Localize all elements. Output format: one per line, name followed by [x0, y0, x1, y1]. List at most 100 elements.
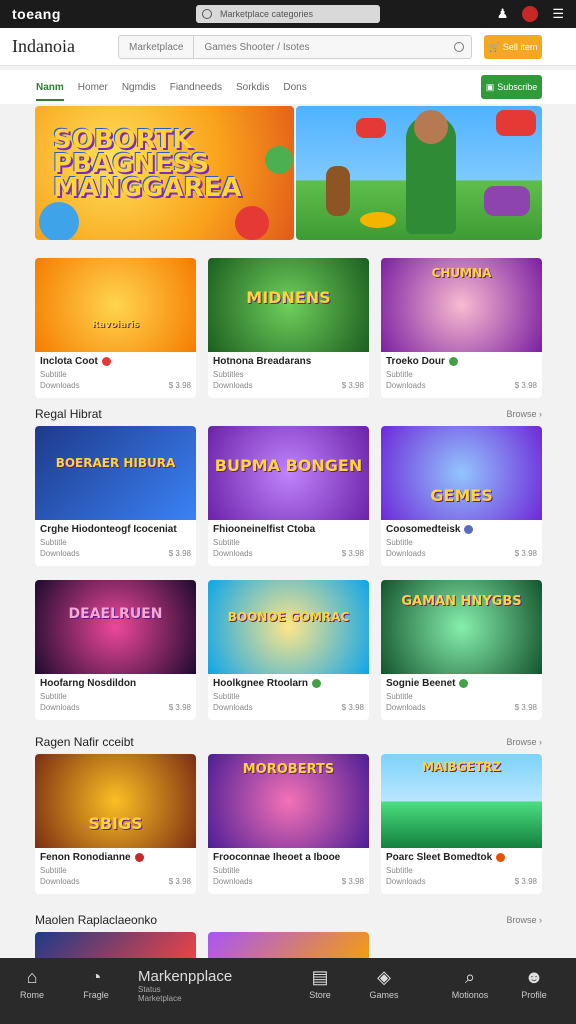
product-thumbnail: MOROBERTS	[208, 754, 369, 848]
product-card[interactable]: GAMAN HNYGBS Sognie Beenet Subtitle Down…	[381, 580, 542, 720]
product-thumbnail: BUPMA BONGEN	[208, 426, 369, 520]
product-meta: Downloads	[40, 877, 80, 886]
product-card[interactable]: DEAELRUEN Hoofarng Nosdildon Subtitle Do…	[35, 580, 196, 720]
thumbnail-title: BUPMA BONGEN	[214, 456, 363, 475]
tab-store[interactable]: ▤ Store	[288, 964, 352, 1000]
header: Indanoia Marketplace Games Shooter / Iso…	[0, 28, 576, 66]
product-meta: Downloads	[386, 703, 426, 712]
tab-profile[interactable]: ☻ Profile	[502, 964, 566, 1000]
product-thumbnail: CHUMNA	[381, 258, 542, 352]
product-title: Hotnona Breadarans	[213, 356, 312, 367]
product-subtitle: Subtitle	[213, 538, 240, 547]
main-search-bar[interactable]: Marketplace Games Shooter / Isotes	[118, 35, 472, 59]
home-icon: ⌂	[26, 967, 38, 987]
hero-banner-title: SOBORTK PBAGNESS MANGGAREA	[53, 125, 242, 203]
product-card[interactable]: GEMES Coosomedteisk Subtitle Downloads $ …	[381, 426, 542, 566]
menu-icon[interactable]: ☰	[552, 6, 564, 22]
product-title: Fhiooneinelfist Ctoba	[213, 524, 316, 535]
hero-banners: SOBORTK PBAGNESS MANGGAREA	[35, 106, 542, 240]
section-header: Maolen Raplaclaeonko Browse ›	[35, 908, 542, 932]
product-card[interactable]: BOONOE GOMRAC Hoolkgnee Rtoolarn Subtitl…	[208, 580, 369, 720]
section-more-link[interactable]: Browse ›	[506, 409, 542, 419]
tab-home[interactable]: ⌂ Rome	[0, 964, 64, 1000]
store-icon: ▤	[311, 967, 329, 987]
product-price: $ 3.98	[168, 549, 191, 558]
games-icon: ◈	[377, 967, 391, 987]
product-card[interactable]: MOROBERTS Frooconnae Iheoet a Ibooe Subt…	[208, 754, 369, 894]
nav-item[interactable]: Dons	[283, 82, 306, 93]
subscribe-button[interactable]: ▣ Subscribe	[481, 75, 542, 99]
product-section: Maolen Raplaclaeonko Browse ›	[35, 908, 542, 962]
card-row: SBIGS Fenon Ronodianne Subtitle Download…	[35, 754, 542, 894]
product-card[interactable]: BUPMA BONGEN Fhiooneinelfist Ctoba Subti…	[208, 426, 369, 566]
top-bar: toeang Marketplace categories ♟ ☰	[0, 0, 576, 28]
badge-icon	[312, 679, 322, 688]
nav-item[interactable]: Fiandneeds	[170, 82, 222, 93]
product-title: Sognie Beenet	[386, 678, 456, 689]
balloon-shape	[39, 202, 79, 240]
section-more-link[interactable]: Browse ›	[506, 915, 542, 925]
badge-icon	[496, 853, 506, 862]
product-card[interactable]: Ravoiaris Inclota Coot Subtitle Download…	[35, 258, 196, 398]
nav-item[interactable]: Sorkdis	[236, 82, 269, 93]
gem-shape	[484, 186, 530, 216]
product-meta: Downloads	[40, 381, 80, 390]
tab-label: Games	[369, 990, 399, 1000]
product-meta: Downloads	[40, 549, 80, 558]
nav-item[interactable]: Homer	[78, 82, 108, 93]
thumbnail-title: BOONOE GOMRAC	[227, 610, 350, 624]
product-meta: Downloads	[213, 549, 253, 558]
product-subtitle: Subtitle	[386, 370, 413, 379]
user-icon[interactable]: ♟	[497, 6, 509, 22]
product-subtitle: Subtitle	[386, 866, 413, 875]
product-subtitle: Subtitle	[213, 866, 240, 875]
badge-icon	[134, 853, 144, 862]
avatar[interactable]	[522, 6, 539, 22]
tab-label: Profile	[521, 990, 547, 1000]
hero-banner-right[interactable]	[296, 106, 542, 240]
sell-button-label: Sell item	[502, 42, 538, 52]
subscribe-button-label: Subscribe	[497, 82, 538, 92]
section-more-link[interactable]: Browse ›	[506, 737, 542, 747]
product-card[interactable]: BOERAER HIBURA Crghe Hiodonteogf Icoceni…	[35, 426, 196, 566]
brand-title[interactable]: Indanoia	[12, 36, 75, 57]
product-card[interactable]: MAIBGETRZ Poarc Sleet Bomedtok Subtitle …	[381, 754, 542, 894]
site-logo[interactable]: toeang	[12, 6, 61, 22]
nav-item-active[interactable]: Nanm	[36, 82, 64, 101]
top-search-bar[interactable]: Marketplace categories	[196, 5, 380, 23]
product-title: Troeko Dour	[386, 356, 445, 367]
tab-search[interactable]: ⌕ Motionos	[438, 964, 502, 1000]
product-price: $ 3.98	[341, 703, 364, 712]
product-card[interactable]: SBIGS Fenon Ronodianne Subtitle Download…	[35, 754, 196, 894]
search-input[interactable]: Games Shooter / Isotes	[194, 42, 447, 53]
card-row: Ravoiaris Inclota Coot Subtitle Download…	[35, 258, 542, 398]
thumbnail-title: MIDNENS	[246, 288, 331, 307]
hero-banner-left[interactable]: SOBORTK PBAGNESS MANGGAREA	[35, 106, 294, 240]
product-thumbnail: BOONOE GOMRAC	[208, 580, 369, 674]
search-category-dropdown[interactable]: Marketplace	[119, 36, 195, 58]
tab-games[interactable]: ◈ Games	[352, 964, 416, 1000]
section-header: Regal Hibrat Browse ›	[35, 402, 542, 426]
profile-icon: ☻	[524, 967, 544, 987]
tab-marketplace[interactable]: Markenpplace Status Marketplace	[128, 964, 288, 1003]
product-subtitle: Subtitle	[386, 538, 413, 547]
tab-notifications[interactable]: ◔ Fragle	[64, 964, 128, 1000]
product-card[interactable]: MIDNENS Hotnona Breadarans Subtitles Dow…	[208, 258, 369, 398]
product-card[interactable]: CHUMNA Troeko Dour Subtitle Downloads $ 3…	[381, 258, 542, 398]
character-head	[414, 110, 448, 144]
product-price: $ 3.98	[168, 381, 191, 390]
character-figure	[326, 166, 350, 216]
gem-shape	[496, 110, 536, 136]
sell-button[interactable]: 🛒 Sell item	[484, 35, 542, 59]
product-subtitle: Subtitles	[213, 370, 244, 379]
thumbnail-title: BOERAER HIBURA	[55, 456, 176, 470]
marketplace-subtitle: Marketplace	[138, 994, 182, 1003]
cart-icon: ▣	[485, 81, 495, 92]
product-title: Inclota Coot	[40, 356, 98, 367]
thumbnail-title: DEAELRUEN	[68, 606, 163, 622]
nav-item[interactable]: Ngmdis	[122, 82, 156, 93]
product-subtitle: Subtitle	[386, 692, 413, 701]
badge-icon	[101, 357, 111, 366]
product-subtitle: Subtitle	[40, 692, 67, 701]
search-icon[interactable]	[447, 42, 471, 52]
